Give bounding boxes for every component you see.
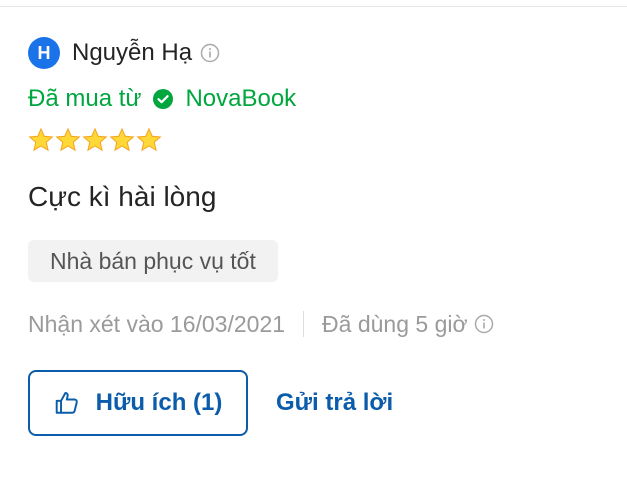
star-icon bbox=[55, 127, 81, 153]
reply-link[interactable]: Gửi trả lời bbox=[276, 389, 393, 417]
review-date: Nhận xét vào 16/03/2021 bbox=[28, 310, 286, 337]
info-circle-icon[interactable] bbox=[200, 43, 220, 63]
star-icon bbox=[136, 127, 162, 153]
check-circle-icon bbox=[153, 89, 174, 109]
review-meta: Nhận xét vào 16/03/2021 Đã dùng 5 giờ bbox=[28, 304, 608, 344]
thumbs-up-icon bbox=[54, 390, 80, 416]
meta-divider bbox=[303, 311, 305, 337]
seller-name[interactable]: NovaBook bbox=[185, 85, 296, 113]
avatar: H bbox=[28, 37, 60, 69]
purchase-info: Đã mua từ NovaBook bbox=[28, 84, 608, 114]
review-card: H Nguyễn Hạ Đã mua từ NovaBook Cực kì hà… bbox=[28, 36, 608, 436]
star-icon bbox=[82, 127, 108, 153]
purchase-prefix: Đã mua từ bbox=[28, 85, 142, 112]
author-row: H Nguyễn Hạ bbox=[28, 36, 608, 70]
usage-duration: Đã dùng 5 giờ bbox=[322, 310, 468, 337]
star-icon bbox=[109, 127, 135, 153]
top-divider bbox=[0, 6, 627, 7]
info-circle-icon[interactable] bbox=[474, 314, 494, 334]
author-name: Nguyễn Hạ bbox=[72, 39, 193, 66]
helpful-label: Hữu ích (1) bbox=[95, 389, 223, 416]
review-tag: Nhà bán phục vụ tốt bbox=[28, 240, 278, 282]
review-title: Cực kì hài lòng bbox=[28, 181, 217, 212]
star-icon bbox=[28, 127, 54, 153]
review-actions: Hữu ích (1) Gửi trả lời bbox=[28, 370, 608, 436]
rating-stars bbox=[28, 126, 608, 154]
helpful-button[interactable]: Hữu ích (1) bbox=[28, 370, 248, 436]
